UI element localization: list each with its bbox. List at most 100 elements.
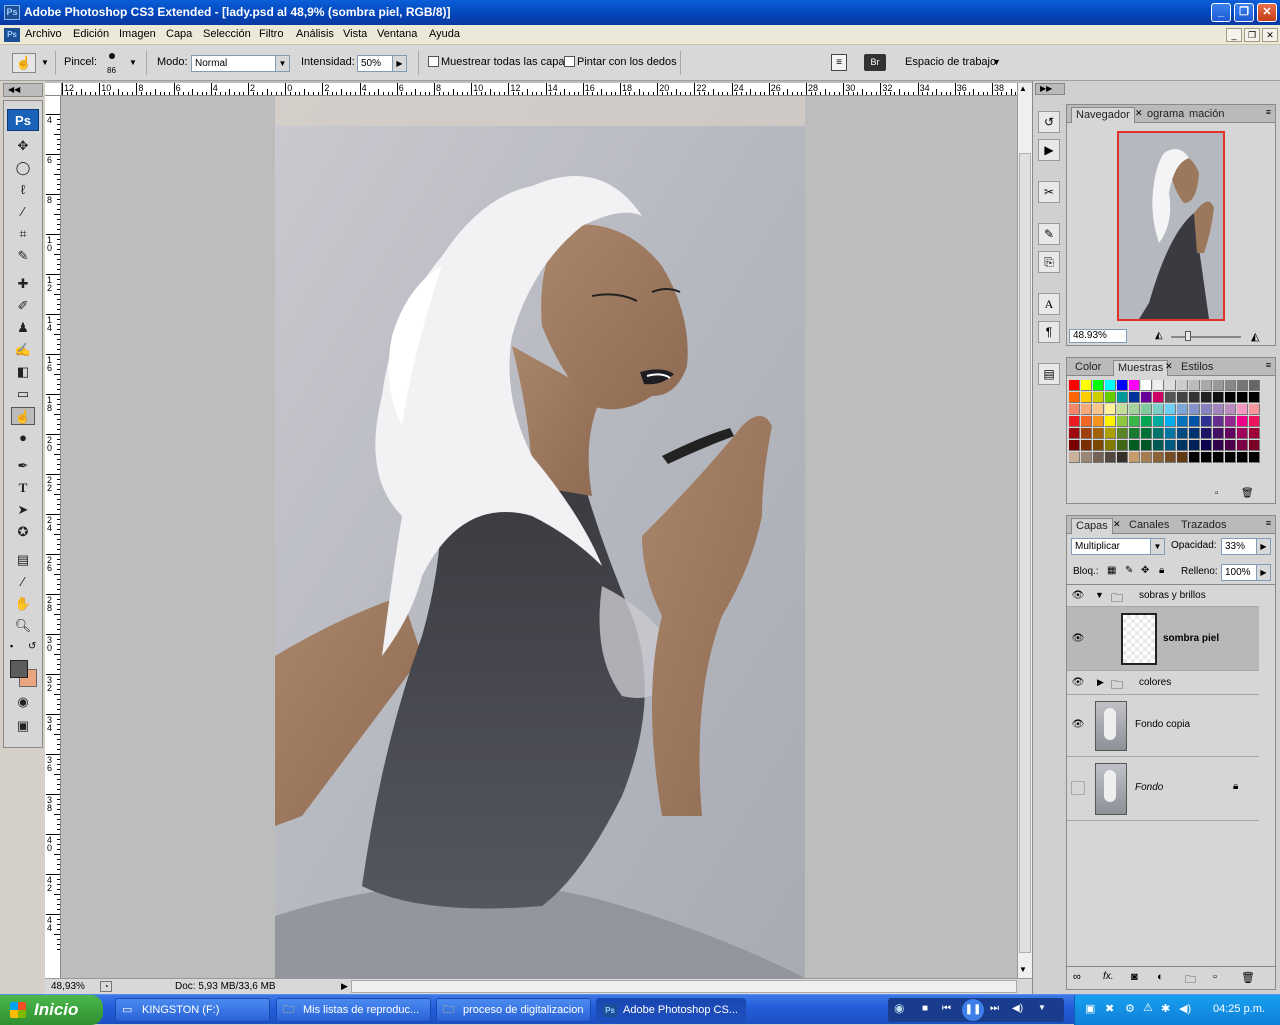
volume-icon[interactable]: ◀) (1012, 1003, 1023, 1014)
color-swatch[interactable] (1165, 452, 1176, 463)
color-swatch[interactable] (1069, 380, 1080, 391)
color-swatch[interactable] (1237, 428, 1248, 439)
chevron-right-icon[interactable]: ▶ (392, 56, 406, 71)
color-swatch[interactable] (1177, 440, 1188, 451)
lock-all-icon[interactable]: 🔒︎ (1159, 565, 1164, 576)
chevron-down-icon[interactable]: ▼ (1038, 1003, 1046, 1012)
media-player-icon[interactable]: ◉ (894, 1001, 904, 1015)
menu-ventana[interactable]: Ventana (377, 28, 417, 40)
color-swatch[interactable] (1225, 392, 1236, 403)
actions-icon[interactable]: ▶ (1038, 139, 1060, 161)
menu-edicion[interactable]: Edición (73, 28, 109, 40)
chevron-right-icon[interactable]: ▶ (1256, 539, 1270, 554)
layer-mask-icon[interactable]: ◙ (1131, 971, 1138, 983)
clone-stamp-tool-icon[interactable]: ♟ (11, 319, 35, 337)
menu-ayuda[interactable]: Ayuda (429, 28, 460, 40)
minimize-button[interactable]: _ (1211, 3, 1231, 22)
color-swatch[interactable] (1201, 416, 1212, 427)
slice-tool-icon[interactable]: ✎ (11, 247, 35, 265)
character-icon[interactable]: A (1038, 293, 1060, 315)
close-tab-icon[interactable]: ✕ (1113, 519, 1121, 530)
zoom-out-icon[interactable]: ◭ (1155, 330, 1163, 341)
color-swatch[interactable] (1081, 440, 1092, 451)
layer-row-sombra-piel[interactable]: 👁︎ sombra piel (1067, 607, 1259, 671)
color-swatch[interactable] (1213, 404, 1224, 415)
color-swatch[interactable] (1237, 440, 1248, 451)
navigator-zoom-field[interactable]: 48.93% (1069, 329, 1127, 343)
layer-row-sobras-y-brillos[interactable]: 👁︎ ▼ 🗀 sobras y brillos (1067, 585, 1259, 607)
foreground-color-swatch[interactable] (10, 660, 28, 678)
zoom-tool-icon[interactable]: 🔍︎ (11, 617, 35, 635)
toolbox-header[interactable]: ◀◀ (3, 83, 43, 97)
tab-layers[interactable]: Capas (1071, 518, 1113, 534)
next-icon[interactable]: ⏭ (990, 1003, 999, 1014)
layer-row-fondo[interactable]: Fondo 🔒︎ (1067, 757, 1259, 821)
stop-icon[interactable]: ■ (922, 1003, 928, 1014)
pen-tool-icon[interactable]: ✒ (11, 457, 35, 475)
menu-seleccion[interactable]: Selección (203, 28, 251, 40)
zoom-level[interactable]: 48,93% (51, 981, 85, 992)
color-swatch[interactable] (1129, 416, 1140, 427)
color-swatch[interactable] (1177, 416, 1188, 427)
menu-vista[interactable]: Vista (343, 28, 367, 40)
tab-swatches[interactable]: Muestras (1113, 360, 1169, 376)
layer-comps-icon[interactable]: ▤ (1038, 363, 1060, 385)
color-swatch[interactable] (1069, 440, 1080, 451)
color-swatch[interactable] (1225, 440, 1236, 451)
smudge-tool-preset-icon[interactable]: ☝ (12, 53, 36, 73)
color-swatch[interactable] (1081, 380, 1092, 391)
color-swatch[interactable] (1165, 380, 1176, 391)
intensity-field[interactable]: 50% ▶ (357, 55, 407, 72)
security-alert-icon[interactable]: ⚠ (1143, 1001, 1153, 1014)
color-swatch[interactable] (1189, 392, 1200, 403)
color-swatch[interactable] (1225, 416, 1236, 427)
color-swatch[interactable] (1153, 428, 1164, 439)
move-tool-icon[interactable]: ✥ (11, 137, 35, 155)
healing-brush-tool-icon[interactable]: ✚ (11, 275, 35, 293)
path-selection-tool-icon[interactable]: ➤ (11, 501, 35, 519)
color-swatch[interactable] (1069, 452, 1080, 463)
visibility-eye-icon[interactable]: 👁︎ (1071, 677, 1085, 689)
doc-close-button[interactable]: ✕ (1262, 28, 1278, 42)
color-swatch[interactable] (1201, 440, 1212, 451)
color-swatch[interactable] (1189, 380, 1200, 391)
marquee-tool-icon[interactable]: ◯ (11, 159, 35, 177)
color-swatch[interactable] (1225, 452, 1236, 463)
close-button[interactable]: ✕ (1257, 3, 1277, 22)
mode-select[interactable]: Normal ▼ (191, 55, 290, 72)
color-swatch[interactable] (1189, 452, 1200, 463)
color-swatch[interactable] (1225, 428, 1236, 439)
color-swatch[interactable] (1117, 404, 1128, 415)
color-swatch[interactable] (1237, 452, 1248, 463)
color-swatch[interactable] (1093, 452, 1104, 463)
brushes-icon[interactable]: ✎ (1038, 223, 1060, 245)
lasso-tool-icon[interactable]: ℓ (11, 181, 35, 199)
antivirus-icon[interactable]: ▣ (1085, 1002, 1095, 1015)
opacity-field[interactable]: 33% ▶ (1221, 538, 1271, 555)
color-swatch[interactable] (1105, 428, 1116, 439)
speaker-icon[interactable]: ◀) (1179, 1002, 1191, 1015)
delete-layer-icon[interactable]: 🗑︎ (1241, 971, 1255, 984)
color-swatch[interactable] (1117, 416, 1128, 427)
color-swatch[interactable] (1201, 392, 1212, 403)
color-swatch[interactable] (1213, 380, 1224, 391)
color-swatch[interactable] (1225, 380, 1236, 391)
color-swatch[interactable] (1249, 428, 1260, 439)
scroll-up-icon[interactable]: ▲ (1019, 84, 1027, 93)
color-swatch[interactable] (1237, 416, 1248, 427)
color-swatch[interactable] (1117, 452, 1128, 463)
zoom-slider-thumb[interactable] (1185, 331, 1191, 341)
zoom-slider-track[interactable] (1171, 336, 1241, 338)
color-swatch[interactable] (1105, 404, 1116, 415)
tab-paths[interactable]: Trazados (1177, 518, 1230, 534)
color-swatch[interactable] (1141, 428, 1152, 439)
visibility-eye-icon[interactable]: 👁︎ (1071, 633, 1085, 645)
color-swatch[interactable] (1177, 452, 1188, 463)
brush-tool-icon[interactable]: ✐ (11, 297, 35, 315)
color-swatch[interactable] (1093, 392, 1104, 403)
start-button[interactable]: Inicio (0, 995, 103, 1025)
chevron-right-icon[interactable]: ▶ (1256, 565, 1270, 580)
color-swatch[interactable] (1213, 452, 1224, 463)
notes-tool-icon[interactable]: ▤ (11, 551, 35, 569)
color-swatch[interactable] (1201, 452, 1212, 463)
